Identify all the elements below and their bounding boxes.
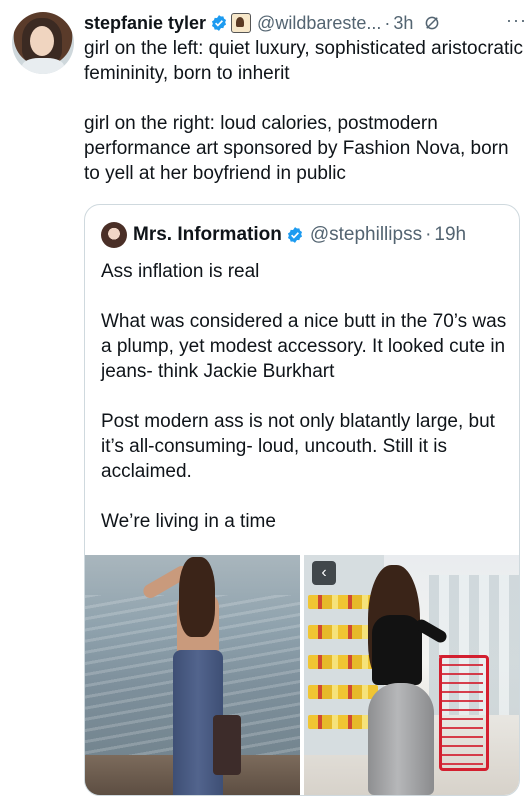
quoted-media-grid: ‹ [85,555,519,795]
header-separator: · [384,12,391,33]
quoted-author-name[interactable]: Mrs. Information [133,224,282,246]
shopping-cart-frame [439,655,489,771]
long-hair [179,557,215,637]
tweet-header: stepfanie tyler @wildbareste... · 3h [84,10,521,36]
woman-in-jeans [140,555,241,795]
grey-leggings [368,683,434,795]
avatar-face [30,26,54,56]
freezer-shelf [308,685,378,699]
photo-right[interactable]: ‹ [304,555,519,795]
handbag [213,715,241,775]
freezer-shelf [308,595,378,609]
avatar-shirt [22,58,64,74]
freezer-shelf [308,655,378,669]
verified-badge-icon [211,15,227,31]
grok-icon[interactable] [423,14,441,32]
author-handle[interactable]: @wildbareste... [257,13,381,34]
quoted-tweet-text: Ass inflation is real What was considere… [101,261,507,532]
portrait-emoji-icon [231,13,252,33]
tweet-time[interactable]: 3h [393,13,413,34]
tweet[interactable]: stepfanie tyler @wildbareste... · 3h ···… [0,0,531,800]
more-dots-icon[interactable]: ··· [506,10,527,31]
quoted-tweet-header: Mrs. Information @stephillipss · 19h [101,221,466,249]
chevron-left-icon[interactable]: ‹ [312,561,336,585]
tweet-text: girl on the left: quiet luxury, sophisti… [84,38,523,184]
photo-left[interactable] [85,555,300,795]
author-name[interactable]: stepfanie tyler [84,13,206,34]
quoted-tweet-time[interactable]: 19h [434,224,466,246]
quoted-author-handle[interactable]: @stephillipss [310,224,422,246]
quoted-tweet[interactable]: Mrs. Information @stephillipss · 19h Ass… [84,204,520,796]
verified-badge-icon [287,227,302,243]
avatar[interactable] [12,12,74,74]
quoted-avatar[interactable] [101,222,127,248]
quoted-header-separator: · [425,224,432,245]
